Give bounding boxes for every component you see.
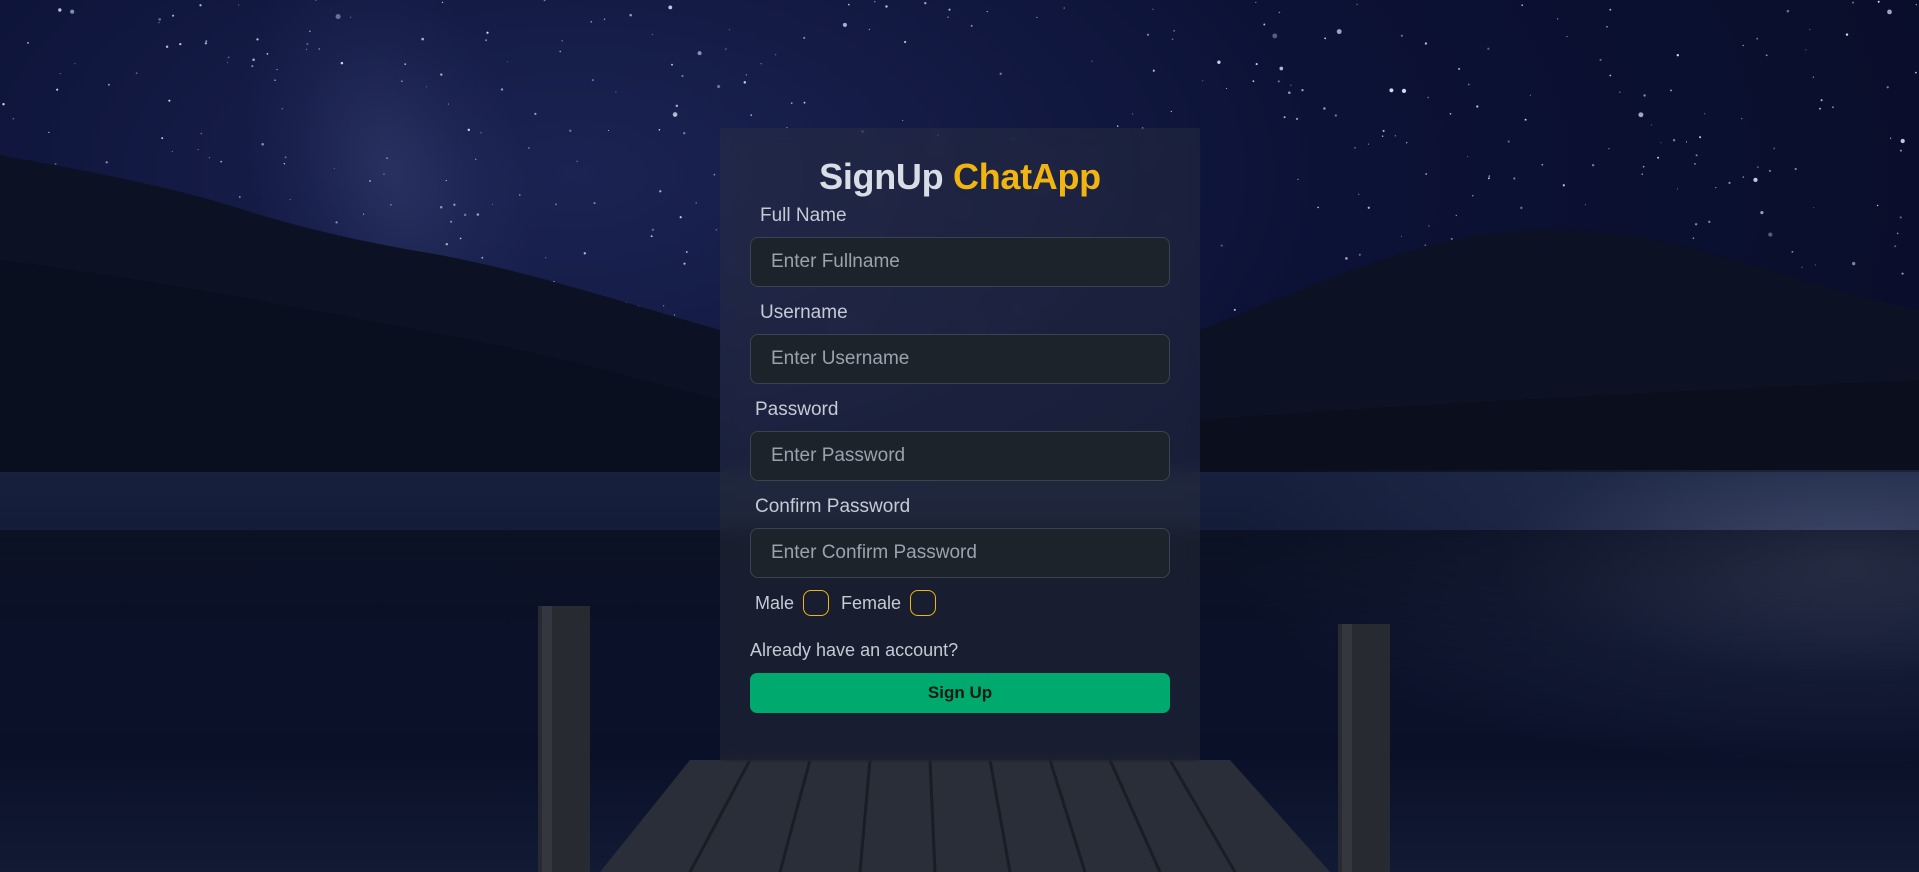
confirm-password-label: Confirm Password	[755, 496, 911, 517]
title-main: SignUp	[819, 156, 944, 197]
gender-selector: Male Female	[755, 588, 1170, 618]
female-checkbox[interactable]	[910, 590, 937, 616]
confirm-password-group: Confirm Password	[750, 495, 1170, 578]
male-checkbox[interactable]	[803, 590, 830, 616]
password-group: Password	[750, 398, 1170, 481]
signup-card: SignUp ChatApp Full Name Username Passwo…	[720, 128, 1200, 762]
username-label: Username	[760, 302, 848, 323]
username-group: Username	[750, 301, 1170, 384]
page-title: SignUp ChatApp	[750, 154, 1170, 200]
signup-button[interactable]: Sign Up	[750, 673, 1170, 713]
fullname-input[interactable]	[750, 237, 1170, 287]
login-link[interactable]: Already have an account?	[750, 640, 958, 661]
fullname-label: Full Name	[760, 205, 847, 226]
password-input[interactable]	[750, 431, 1170, 481]
confirm-password-input[interactable]	[750, 528, 1170, 578]
female-label: Female	[841, 592, 902, 613]
password-label: Password	[755, 399, 839, 420]
title-brand: ChatApp	[953, 156, 1101, 197]
username-input[interactable]	[750, 334, 1170, 384]
male-label: Male	[755, 592, 795, 613]
fullname-group: Full Name	[750, 204, 1170, 287]
